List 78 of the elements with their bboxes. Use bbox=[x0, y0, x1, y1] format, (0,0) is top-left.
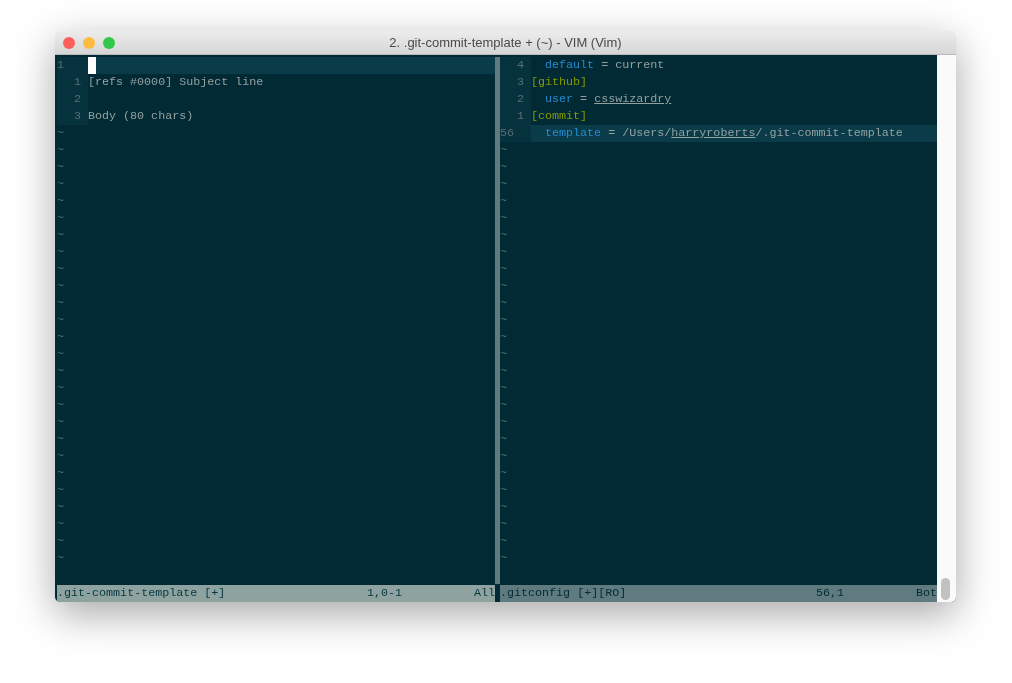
empty-line-marker: ~ bbox=[57, 550, 65, 567]
empty-line-marker: ~ bbox=[500, 142, 508, 159]
empty-line-marker: ~ bbox=[500, 210, 508, 227]
empty-line-marker: ~ bbox=[57, 499, 65, 516]
line-number: 1 bbox=[57, 74, 88, 91]
empty-line-marker: ~ bbox=[57, 125, 65, 142]
code-text: Body (80 chars) bbox=[88, 108, 194, 125]
empty-line-marker: ~ bbox=[57, 465, 65, 482]
line-number: 56 bbox=[500, 125, 531, 142]
empty-line-marker: ~ bbox=[57, 516, 65, 533]
empty-line-marker: ~ bbox=[500, 380, 508, 397]
empty-line-marker: ~ bbox=[500, 329, 508, 346]
empty-line-marker: ~ bbox=[500, 295, 508, 312]
code-text: [github] bbox=[531, 74, 588, 91]
empty-line-marker: ~ bbox=[57, 363, 65, 380]
empty-line-marker: ~ bbox=[57, 397, 65, 414]
empty-line-marker: ~ bbox=[57, 295, 65, 312]
empty-line-marker: ~ bbox=[500, 397, 508, 414]
empty-line-marker: ~ bbox=[57, 482, 65, 499]
empty-line-marker: ~ bbox=[57, 227, 65, 244]
scrollbar-thumb[interactable] bbox=[941, 578, 950, 600]
empty-line-marker: ~ bbox=[57, 159, 65, 176]
code-text: [commit] bbox=[531, 108, 588, 125]
empty-line-marker: ~ bbox=[57, 329, 65, 346]
code-text: default = current bbox=[544, 57, 665, 74]
code-text: template = /Users/harryroberts/.git-commit-template bbox=[544, 125, 903, 142]
line-number: 3 bbox=[500, 74, 531, 91]
line-number: 2 bbox=[57, 91, 88, 108]
line-number: 1 bbox=[57, 57, 88, 74]
empty-line-marker: ~ bbox=[500, 363, 508, 380]
empty-line-marker: ~ bbox=[57, 210, 65, 227]
empty-line-marker: ~ bbox=[500, 176, 508, 193]
empty-line-marker: ~ bbox=[500, 312, 508, 329]
empty-line-marker: ~ bbox=[500, 448, 508, 465]
empty-line-marker: ~ bbox=[500, 499, 508, 516]
empty-line-marker: ~ bbox=[500, 227, 508, 244]
empty-line-marker: ~ bbox=[500, 465, 508, 482]
file-name: .git-commit-template [+] bbox=[57, 585, 226, 602]
empty-line-marker: ~ bbox=[57, 312, 65, 329]
file-name: .gitconfig [+][RO] bbox=[500, 585, 627, 602]
scroll-position: Bot bbox=[915, 585, 937, 602]
cursor-position: 1,0-1 bbox=[366, 585, 402, 602]
empty-line-marker: ~ bbox=[500, 414, 508, 431]
empty-line-marker: ~ bbox=[57, 380, 65, 397]
line-number: 4 bbox=[500, 57, 531, 74]
window-title: 2. .git-commit-template + (~) - VIM (Vim) bbox=[389, 33, 622, 52]
empty-line-marker: ~ bbox=[500, 482, 508, 499]
code-text: [refs #0000] Subject line bbox=[88, 74, 264, 91]
empty-line-marker: ~ bbox=[57, 414, 65, 431]
zoom-button[interactable] bbox=[103, 37, 115, 49]
empty-line-marker: ~ bbox=[57, 278, 65, 295]
empty-line-marker: ~ bbox=[500, 193, 508, 210]
empty-line-marker: ~ bbox=[500, 346, 508, 363]
empty-line-marker: ~ bbox=[500, 516, 508, 533]
empty-line-marker: ~ bbox=[500, 278, 508, 295]
cursor-position: 56,1 bbox=[815, 585, 844, 602]
scroll-position: All bbox=[473, 585, 495, 602]
empty-line-marker: ~ bbox=[57, 176, 65, 193]
empty-line-marker: ~ bbox=[57, 533, 65, 550]
line-number: 2 bbox=[500, 91, 531, 108]
empty-line-marker: ~ bbox=[500, 244, 508, 261]
code-text: user = csswizardry bbox=[544, 91, 672, 108]
empty-line-marker: ~ bbox=[57, 193, 65, 210]
empty-line-marker: ~ bbox=[500, 261, 508, 278]
empty-line-marker: ~ bbox=[57, 448, 65, 465]
empty-line-marker: ~ bbox=[57, 346, 65, 363]
empty-line-marker: ~ bbox=[500, 550, 508, 567]
line-number: 1 bbox=[500, 108, 531, 125]
empty-line-marker: ~ bbox=[57, 142, 65, 159]
empty-line-marker: ~ bbox=[57, 261, 65, 278]
empty-line-marker: ~ bbox=[500, 431, 508, 448]
empty-line-marker: ~ bbox=[57, 244, 65, 261]
empty-line-marker: ~ bbox=[500, 159, 508, 176]
empty-line-marker: ~ bbox=[57, 431, 65, 448]
empty-line-marker: ~ bbox=[500, 533, 508, 550]
close-button[interactable] bbox=[63, 37, 75, 49]
line-number: 3 bbox=[57, 108, 88, 125]
minimize-button[interactable] bbox=[83, 37, 95, 49]
